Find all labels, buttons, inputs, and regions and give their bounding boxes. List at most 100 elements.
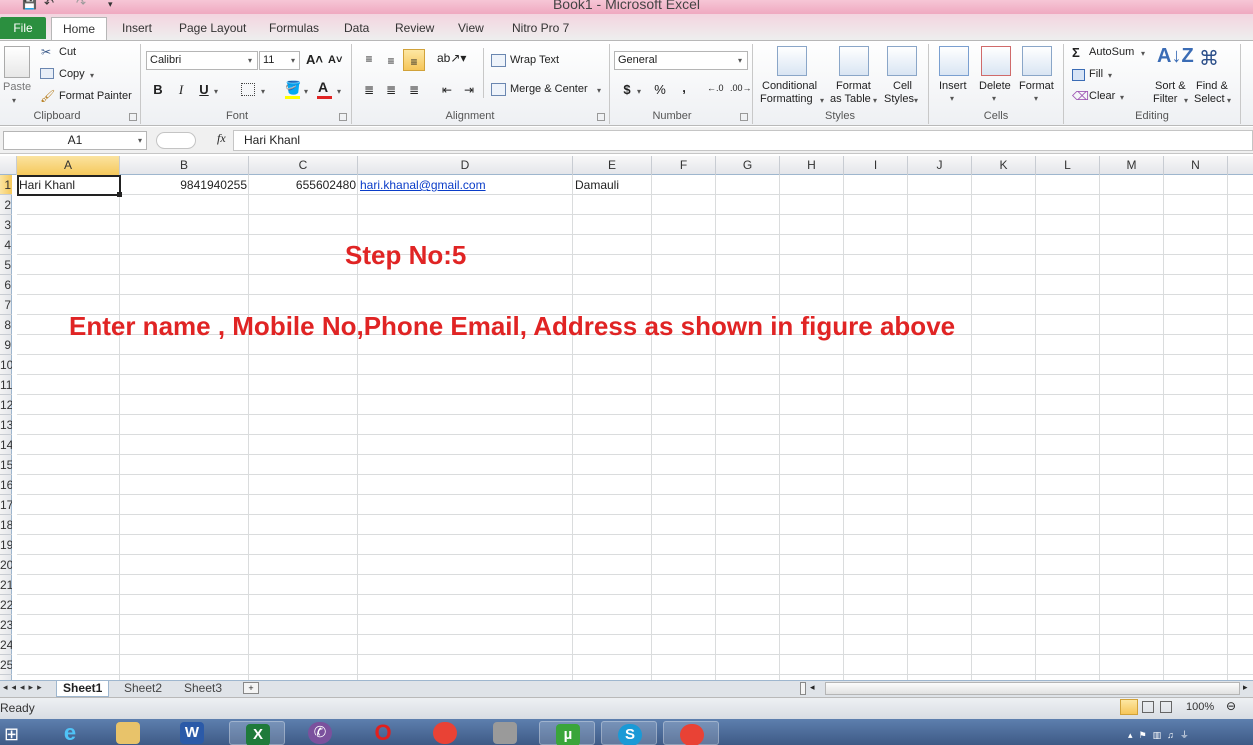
cell-d1[interactable]: hari.khanal@gmail.com [360,175,486,195]
file-explorer-icon[interactable] [108,720,148,745]
fill-dropdown-icon[interactable]: ▾ [1108,71,1112,80]
borders-dropdown-icon[interactable]: ▾ [261,87,265,96]
shrink-font-icon[interactable]: A˅ [328,54,342,66]
cut-button[interactable]: Cut [59,46,76,58]
row-header-12[interactable]: 12 [0,395,12,415]
row-header-9[interactable]: 9 [0,335,12,355]
comma-button[interactable]: , [673,78,695,98]
number-launcher-icon[interactable] [740,113,748,121]
bottom-align-icon[interactable]: ≡ [403,49,425,71]
tab-formulas[interactable]: Formulas [260,17,328,40]
tab-home[interactable]: Home [51,17,107,40]
tab-page-layout[interactable]: Page Layout [170,17,255,40]
name-box[interactable]: A1 [3,131,147,150]
tab-file[interactable]: File [0,17,46,39]
formula-input[interactable]: Hari Khanl [233,130,1253,151]
column-header-a[interactable]: A [17,156,120,175]
cell-styles-dropdown-icon[interactable]: ▾ [914,96,918,105]
increase-indent-icon[interactable]: ⇥ [458,80,480,100]
align-center-icon[interactable]: ≣ [380,80,402,100]
copy-button[interactable]: Copy [59,68,85,80]
row-header-13[interactable]: 13 [0,415,12,435]
conditional-formatting-line2[interactable]: Formatting [760,93,813,105]
paste-button[interactable]: Paste [3,81,31,93]
column-header-e[interactable]: E [573,156,652,175]
delete-cells-button[interactable]: Delete [979,80,1011,92]
conditional-formatting-line1[interactable]: Conditional [762,80,817,92]
cell-styles-line1[interactable]: Cell [893,80,912,92]
currency-dropdown-icon[interactable]: ▾ [637,87,641,96]
underline-dropdown-icon[interactable]: ▾ [214,87,218,96]
column-header-i[interactable]: I [844,156,908,175]
font-color-icon[interactable]: A [318,79,328,95]
chrome-window-icon[interactable] [663,721,719,745]
column-header-m[interactable]: M [1100,156,1164,175]
currency-button[interactable]: $ [616,80,638,100]
cell-a1[interactable]: Hari Khanl [19,175,75,195]
sheet-nav-arrows-icon[interactable]: ◂◂◂▸▸ [3,682,46,693]
bold-button[interactable]: B [147,80,169,100]
column-header-c[interactable]: C [249,156,358,175]
zoom-out-icon[interactable]: ⊖ [1226,699,1236,713]
name-box-dropdown-icon[interactable]: ▾ [138,136,142,145]
sort-filter-line2[interactable]: Filter [1153,93,1177,105]
select-all-corner[interactable] [0,156,17,175]
clear-button[interactable]: Clear [1089,90,1115,102]
find-select-dropdown-icon[interactable]: ▾ [1227,96,1231,105]
column-header-j[interactable]: J [908,156,972,175]
insert-function-icon[interactable]: fx [217,131,226,146]
autosum-dropdown-icon[interactable]: ▾ [1141,49,1145,58]
middle-align-icon[interactable]: ≡ [380,51,402,71]
sheet-tab-2[interactable]: Sheet2 [118,681,168,697]
app-icon[interactable] [485,720,525,745]
fill-color-icon[interactable]: 🪣 [285,80,301,96]
column-header-k[interactable]: K [972,156,1036,175]
sheet-tab-1[interactable]: Sheet1 [56,681,110,697]
increase-decimal-icon[interactable]: ←.0 [707,83,724,93]
tab-view[interactable]: View [449,17,493,40]
skype-icon[interactable]: S [601,721,657,745]
font-color-dropdown-icon[interactable]: ▾ [337,87,341,96]
row-header-5[interactable]: 5 [0,255,12,275]
start-icon[interactable]: ⊞ [4,724,19,745]
system-tray-icons[interactable]: ▴⚑▥♫⏚ [1128,728,1195,741]
chrome-icon[interactable] [425,720,465,745]
column-header-n[interactable]: N [1164,156,1228,175]
font-size-dropdown-icon[interactable]: ▾ [291,56,295,65]
tab-split-handle[interactable] [800,682,806,695]
number-format-dropdown-icon[interactable]: ▾ [738,56,742,65]
cell-c1[interactable]: 655602480 [249,175,356,195]
worksheet-grid[interactable] [17,175,1253,680]
row-header-19[interactable]: 19 [0,535,12,555]
decrease-decimal-icon[interactable]: .00→ [730,83,752,93]
row-header-10[interactable]: 10 [0,355,12,375]
tab-review[interactable]: Review [386,17,443,40]
column-header-h[interactable]: H [780,156,844,175]
column-header-g[interactable]: G [716,156,780,175]
row-header-22[interactable]: 22 [0,595,12,615]
row-header-20[interactable]: 20 [0,555,12,575]
paste-dropdown-icon[interactable]: ▾ [12,96,16,105]
horizontal-scrollbar[interactable] [825,682,1240,695]
word-icon[interactable]: W [170,720,215,745]
normal-view-icon[interactable] [1120,699,1138,715]
viber-icon[interactable]: ✆ [300,720,340,745]
internet-explorer-icon[interactable]: e [50,720,90,745]
tab-insert[interactable]: Insert [113,17,161,40]
find-select-line2[interactable]: Select [1194,93,1225,105]
row-header-14[interactable]: 14 [0,435,12,455]
insert-sheet-icon[interactable]: + [243,682,259,694]
sheet-tab-3[interactable]: Sheet3 [178,681,228,697]
insert-cells-dropdown-icon[interactable]: ▾ [950,94,954,103]
page-break-view-icon[interactable] [1160,701,1172,713]
grow-font-icon[interactable]: A˄ [306,52,323,67]
row-header-25[interactable]: 25 [0,655,12,675]
format-as-table-line1[interactable]: Format [836,80,871,92]
row-header-3[interactable]: 3 [0,215,12,235]
row-header-15[interactable]: 15 [0,455,12,475]
opera-icon[interactable]: O [363,720,403,745]
merge-center-button[interactable]: Merge & Center [510,83,588,95]
tab-nitro[interactable]: Nitro Pro 7 [503,17,578,40]
row-header-2[interactable]: 2 [0,195,12,215]
scroll-left-icon[interactable]: ◂ [810,682,815,693]
